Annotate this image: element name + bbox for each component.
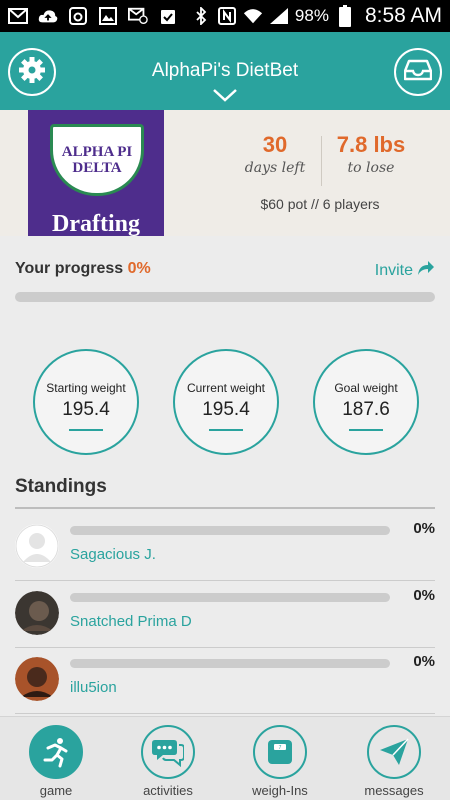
goal-weight-value: 187.6 [342, 399, 390, 420]
email-at-icon [128, 7, 148, 25]
standings-row[interactable]: Snatched Prima D 0% [15, 577, 435, 643]
inbox-button[interactable] [394, 48, 442, 96]
image-icon [98, 7, 118, 25]
instagram-icon [68, 7, 88, 25]
svg-text:7: 7 [279, 745, 282, 751]
scale-icon: 7 [253, 725, 307, 779]
crest-shield: ALPHA PI DELTA [50, 124, 144, 196]
invite-link[interactable]: Invite [375, 260, 435, 281]
runner-icon [29, 725, 83, 779]
to-lose-label: to lose [347, 160, 395, 176]
to-lose-value: 7.8 lbs [336, 132, 406, 157]
nav-label: activities [143, 783, 193, 798]
standings-heading: Standings [15, 476, 107, 497]
stat-divider [321, 136, 322, 186]
inbox-icon [403, 58, 433, 87]
email-icon [8, 7, 28, 25]
divider [349, 429, 383, 431]
to-lose-stat: 7.8 lbs to lose [326, 132, 416, 176]
paper-plane-icon [367, 725, 421, 779]
progress-section: Your progress 0% Invite [15, 260, 435, 302]
chat-bubbles-icon [141, 725, 195, 779]
divider [69, 429, 103, 431]
nav-label: game [39, 783, 73, 798]
avatar-photo [15, 591, 59, 635]
progress-heading: Your progress 0% [15, 260, 435, 278]
battery-percent: 98% [294, 6, 329, 25]
progress-bar [15, 292, 435, 302]
player-progress-bar [70, 659, 390, 668]
player-percent: 0% [413, 520, 435, 537]
page-title: AlphaPi's DietBet [151, 60, 299, 81]
clock: 8:58 AM [364, 4, 442, 27]
crest-line2: DELTA [72, 160, 122, 176]
battery-icon [335, 5, 355, 27]
player-percent: 0% [413, 587, 435, 604]
nav-label: weigh-Ins [252, 783, 308, 798]
pot-summary: $60 pot // 6 players [260, 196, 380, 212]
days-left-value: 30 [262, 132, 288, 157]
goal-weight-label: Goal weight [334, 381, 398, 395]
player-name[interactable]: illu5ion [70, 679, 117, 696]
days-left-label: days left [244, 160, 306, 176]
status-bar: 98% 8:58 AM [0, 0, 450, 32]
nav-weigh-ins[interactable]: 7 weigh-Ins [235, 725, 325, 798]
player-progress-bar [70, 593, 390, 602]
avatar-photo [15, 657, 59, 701]
nfc-icon [217, 7, 237, 25]
player-percent: 0% [413, 653, 435, 670]
invite-label: Invite [374, 261, 413, 279]
signal-icon [269, 7, 289, 25]
avatar-placeholder [15, 524, 59, 568]
nav-activities[interactable]: activities [123, 725, 213, 798]
player-progress-bar [70, 526, 390, 535]
current-weight-value: 195.4 [202, 399, 250, 420]
starting-weight-label: Starting weight [46, 381, 126, 395]
starting-weight-value: 195.4 [62, 399, 110, 420]
wifi-icon [243, 7, 263, 25]
current-weight-card: Current weight 195.4 [173, 349, 279, 455]
group-image: ALPHA PI DELTA Drafting [28, 110, 164, 236]
clipboard-check-icon [158, 7, 178, 25]
current-weight-label: Current weight [186, 381, 266, 395]
standings-row[interactable]: Sagacious J. 0% [15, 510, 435, 576]
player-name[interactable]: Snatched Prima D [70, 613, 192, 630]
player-name[interactable]: Sagacious J. [70, 546, 156, 563]
nav-messages[interactable]: messages [349, 725, 439, 798]
cloud-upload-icon [38, 7, 58, 25]
nav-game[interactable]: game [11, 725, 101, 798]
days-left-stat: 30 days left [234, 132, 316, 176]
crest-word: Drafting [52, 211, 140, 236]
row-divider [15, 713, 435, 714]
app-header: AlphaPi's DietBet [0, 32, 450, 110]
progress-percent: 0% [127, 260, 151, 277]
divider [209, 429, 243, 431]
standings-divider [15, 507, 435, 509]
nav-label: messages [364, 783, 424, 798]
starting-weight-card: Starting weight 195.4 [33, 349, 139, 455]
standings-row[interactable]: illu5ion 0% [15, 643, 435, 709]
bottom-nav: game activities 7 weigh-Ins messages [0, 716, 450, 800]
progress-label: Your progress [15, 260, 124, 277]
chevron-down-icon[interactable] [212, 88, 238, 107]
bluetooth-icon [191, 7, 211, 25]
game-banner: ALPHA PI DELTA Drafting 30 days left 7.8… [0, 110, 450, 236]
crest-line1: ALPHA PI [61, 144, 133, 160]
share-arrow-icon [417, 260, 435, 281]
goal-weight-card: Goal weight 187.6 [313, 349, 419, 455]
